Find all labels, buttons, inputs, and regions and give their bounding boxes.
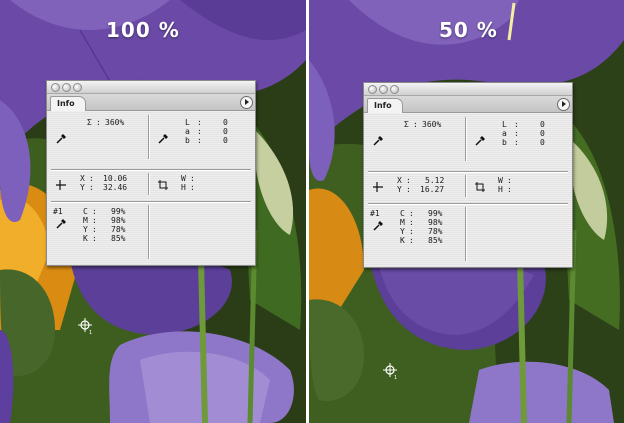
info-panel-body: Σ : 360% L : 0 a : 0 b : 0 X : [47,111,255,265]
svg-text:1: 1 [89,330,92,334]
position-x-value: 5.12 [425,176,445,185]
cmyk-label: M [400,218,405,227]
lab-label: b [185,136,190,145]
svg-text:1: 1 [394,375,397,379]
info-panel[interactable]: Info Σ : 360% L : 0 a : 0 b : 0 [363,82,573,268]
colon: : [96,118,101,127]
lab-label: a [502,129,507,138]
size-label: W [181,174,186,183]
crosshair-icon [373,182,383,192]
cmyk-label: K [83,234,88,243]
crosshair-icon [56,180,66,190]
cmyk-value: 78% [428,227,443,236]
eyedropper-icon [56,134,66,144]
lab-label: a [185,127,190,136]
size-label: W [498,176,503,185]
view-50-percent: 50 % 1 Info Σ : 360% L : 0 a: 0 b: 0 X… [309,0,624,423]
selection-size-icon [158,180,168,190]
lab-label: b [502,138,507,147]
panel-menu-arrow-icon[interactable] [557,98,570,111]
minimize-button[interactable] [379,85,388,94]
info-panel-body: Σ : 360% L : 0 a : 0 b : 0 X : [364,113,572,267]
selection-size-icon [475,182,485,192]
position-label: X [397,176,402,185]
cmyk-value: 85% [111,234,126,243]
zoom-level-label: 100 % [106,18,180,42]
panel-titlebar[interactable] [364,83,572,96]
lab-value: 0 [540,138,545,147]
position-label: Y [397,185,402,194]
panel-menu-arrow-icon[interactable] [240,96,253,109]
close-button[interactable] [368,85,377,94]
sampler-id: #1 [370,209,380,218]
position-y-value: 16.27 [420,185,445,194]
color-sampler-cursor-icon: 1 [78,318,92,334]
lab-label: L [502,120,507,129]
tab-info[interactable]: Info [50,96,86,111]
color-sampler-icon [56,219,66,229]
tab-info[interactable]: Info [367,98,403,113]
sigma-label: Σ [87,118,92,127]
cmyk-label: M [83,216,88,225]
position-label: X [80,174,85,183]
lab-value: 0 [223,118,228,127]
cmyk-value: 99% [111,207,126,216]
cmyk-value: 85% [428,236,443,245]
cmyk-label: C [400,209,405,218]
size-label: H [498,185,503,194]
cmyk-value: 98% [111,216,126,225]
lab-value: 0 [223,136,228,145]
eyedropper-icon [475,136,485,146]
sigma-value: 360% [105,118,125,127]
lab-value: 0 [540,120,545,129]
cmyk-label: Y [400,227,405,236]
position-y-value: 32.46 [103,183,128,192]
position-label: Y [80,183,85,192]
panel-titlebar[interactable] [47,81,255,94]
zoom-level-label: 50 % [439,18,498,42]
size-label: H [181,183,186,192]
eyedropper-icon [158,134,168,144]
panel-tab-row: Info [364,96,572,113]
lab-value: 0 [540,129,545,138]
sigma-value: 360% [422,120,442,129]
cmyk-value: 78% [111,225,126,234]
zoom-button[interactable] [73,83,82,92]
panel-tab-row: Info [47,94,255,111]
position-x-value: 10.06 [103,174,128,183]
cmyk-label: C [83,207,88,216]
zoom-button[interactable] [390,85,399,94]
lab-value: 0 [223,127,228,136]
close-button[interactable] [51,83,60,92]
cmyk-value: 98% [428,218,443,227]
view-100-percent: 100 % 1 Info Σ : 360% L : 0 a: 0 b: 0 … [0,0,306,423]
sampler-id: #1 [53,207,63,216]
cmyk-value: 99% [428,209,443,218]
lab-label: L [185,118,190,127]
minimize-button[interactable] [62,83,71,92]
color-sampler-cursor-icon: 1 [383,363,397,379]
cmyk-label: Y [83,225,88,234]
cmyk-label: K [400,236,405,245]
info-panel[interactable]: Info Σ : 360% L : 0 a : 0 b : 0 [46,80,256,266]
eyedropper-icon [373,136,383,146]
sigma-label: Σ [404,120,409,129]
color-sampler-icon [373,221,383,231]
